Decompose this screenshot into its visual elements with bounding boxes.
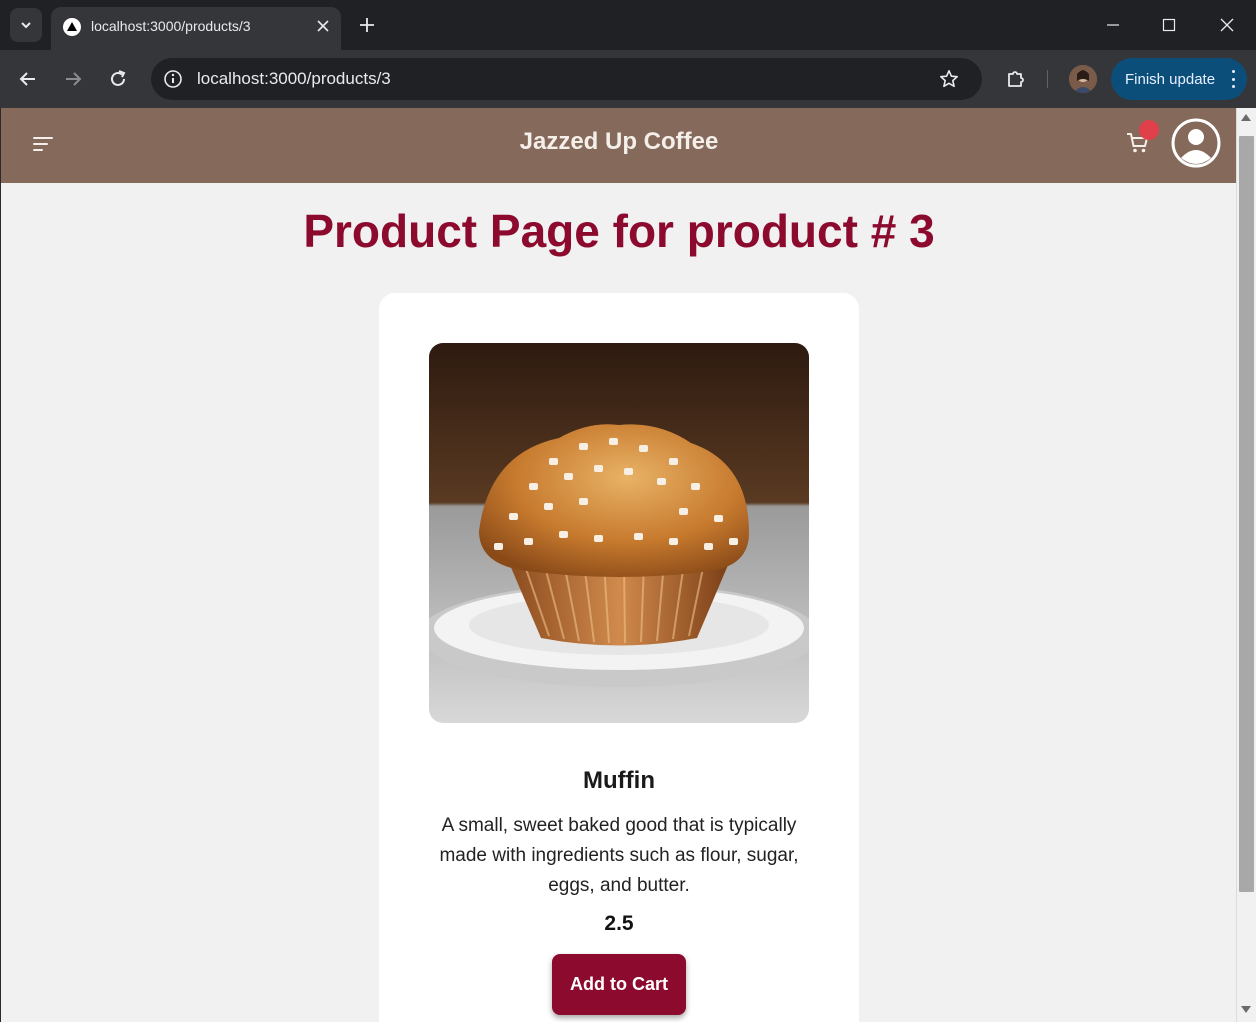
back-button[interactable] <box>12 63 44 95</box>
minimize-icon <box>1107 24 1119 26</box>
back-icon <box>19 72 35 86</box>
active-tab[interactable]: localhost:3000/products/3 <box>51 7 341 50</box>
product-description: A small, sweet baked good that is typica… <box>439 815 799 896</box>
bookmark-button[interactable] <box>937 67 961 91</box>
brand-title: Jazzed Up Coffee <box>519 128 719 155</box>
profile-avatar[interactable] <box>1069 65 1097 93</box>
new-tab-button[interactable] <box>354 12 380 38</box>
plus-icon <box>360 18 374 32</box>
tab-title: localhost:3000/products/3 <box>91 18 251 34</box>
address-bar[interactable]: localhost:3000/products/3 <box>151 58 982 100</box>
tab-search-icon <box>21 22 31 29</box>
scroll-thumb[interactable] <box>1239 136 1254 892</box>
extensions-icon <box>1008 71 1024 87</box>
star-icon <box>940 70 958 88</box>
page-viewport: Jazzed Up Coffee Product Page for produc… <box>0 108 1236 1022</box>
page-scrollbar[interactable] <box>1236 108 1256 1022</box>
browser-toolbar: localhost:3000/products/3 Finish update <box>0 50 1256 108</box>
scroll-up-arrow[interactable] <box>1241 114 1251 121</box>
extensions-button[interactable] <box>1000 63 1032 95</box>
url-text[interactable]: localhost:3000/products/3 <box>197 69 391 89</box>
reload-icon <box>111 70 126 86</box>
minimize-button[interactable] <box>1091 8 1135 42</box>
user-avatar-icon <box>1171 118 1221 168</box>
tab-strip: localhost:3000/products/3 <box>0 0 1256 50</box>
favicon-icon <box>63 18 81 36</box>
window-close-icon <box>1220 18 1234 32</box>
page-title: Product Page for product # 3 <box>303 205 935 257</box>
forward-icon <box>66 72 82 86</box>
site-info-button[interactable] <box>161 67 185 91</box>
product-image <box>429 343 809 723</box>
product-name: Muffin <box>583 767 655 794</box>
site-info-icon <box>164 70 182 88</box>
maximize-icon <box>1162 18 1176 32</box>
scroll-down-arrow[interactable] <box>1241 1006 1251 1013</box>
window-close-button[interactable] <box>1205 8 1249 42</box>
finish-update-button[interactable]: Finish update <box>1111 58 1247 100</box>
tab-search-button[interactable] <box>10 8 42 42</box>
close-icon <box>317 20 329 32</box>
product-price: 2.5 <box>604 912 634 935</box>
product-card: Muffin A small, sweet baked good that is… <box>379 293 859 1022</box>
maximize-button[interactable] <box>1147 8 1191 42</box>
add-to-cart-button[interactable]: Add to Cart <box>552 954 686 1015</box>
tab-close-button[interactable] <box>313 16 333 36</box>
toolbar-separator <box>1047 70 1048 88</box>
app-header: Jazzed Up Coffee <box>1 108 1236 183</box>
user-avatar-button[interactable] <box>1170 117 1222 169</box>
more-vert-icon <box>1231 70 1235 88</box>
cart-badge <box>1139 120 1159 140</box>
reload-button[interactable] <box>102 63 134 95</box>
forward-button[interactable] <box>57 63 89 95</box>
finish-update-label: Finish update <box>1125 70 1216 88</box>
